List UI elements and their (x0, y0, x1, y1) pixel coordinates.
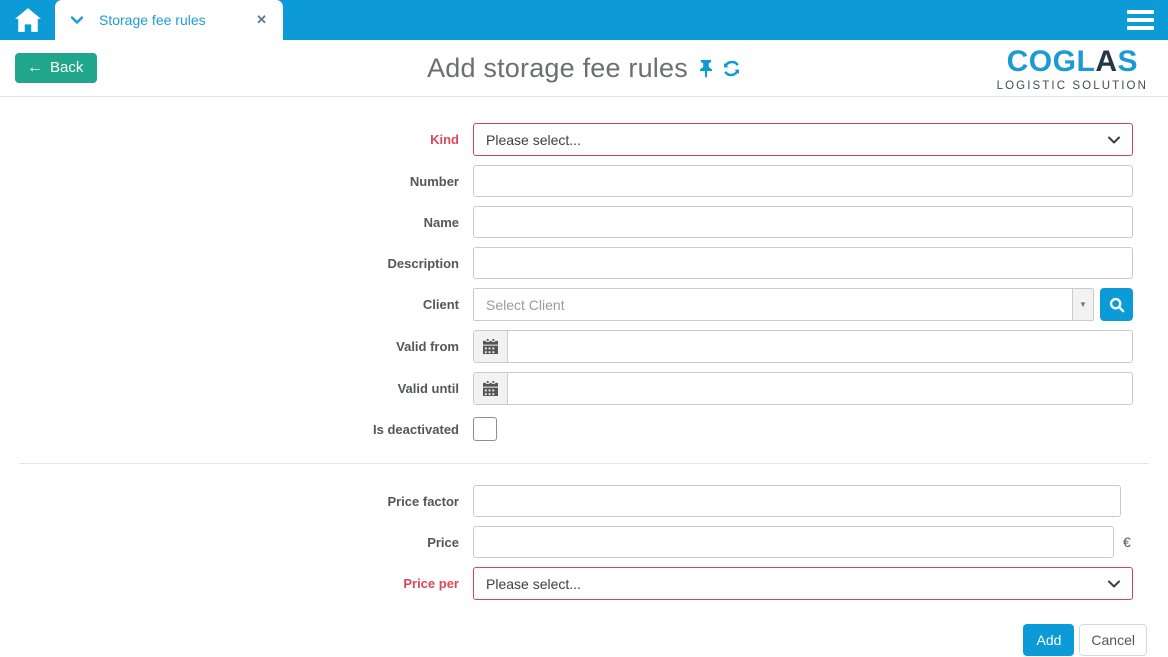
kind-select[interactable]: Please select... (473, 123, 1133, 156)
calendar-icon[interactable] (474, 331, 508, 362)
coglas-logo: COGLAS LOGISTIC SOLUTION (996, 45, 1148, 93)
back-arrow-icon: ← (27, 58, 43, 76)
pin-icon[interactable] (698, 59, 714, 78)
currency-symbol: € (1123, 534, 1131, 550)
kind-row: Kind Please select... (0, 123, 1168, 156)
price-factor-label: Price factor (387, 493, 459, 509)
back-button-label: Back (50, 59, 84, 76)
refresh-icon[interactable] (722, 59, 741, 78)
name-row: Name (0, 206, 1168, 238)
form-actions: Add Cancel (0, 624, 1168, 656)
client-dropdown-arrow[interactable]: ▼ (1072, 289, 1093, 320)
valid-from-input[interactable] (508, 331, 1132, 362)
is-deactivated-label: Is deactivated (373, 421, 459, 437)
price-per-label: Price per (403, 576, 459, 591)
client-label: Client (422, 297, 459, 312)
chevron-down-icon (1108, 580, 1120, 588)
price-row: Price € (0, 526, 1168, 558)
chevron-down-icon (1108, 136, 1120, 144)
price-input[interactable] (473, 526, 1114, 558)
client-row: Client ▼ (0, 288, 1168, 321)
valid-until-label: Valid until (397, 381, 459, 396)
section-divider (19, 463, 1149, 464)
chevron-down-icon[interactable] (71, 16, 83, 24)
calendar-icon[interactable] (474, 373, 508, 404)
valid-until-input[interactable] (508, 373, 1132, 404)
is-deactivated-checkbox[interactable] (473, 417, 497, 441)
description-row: Description (0, 247, 1168, 279)
price-factor-input[interactable] (473, 485, 1121, 517)
is-deactivated-row: Is deactivated (0, 417, 1168, 441)
client-search-button[interactable] (1100, 288, 1133, 321)
logo-tagline: LOGISTIC SOLUTION (996, 80, 1148, 92)
home-button[interactable] (0, 0, 55, 40)
price-factor-row: Price factor (0, 485, 1168, 517)
name-input[interactable] (473, 206, 1133, 238)
add-button[interactable]: Add (1023, 624, 1075, 656)
description-input[interactable] (473, 247, 1133, 279)
page-title: Add storage fee rules (427, 53, 688, 83)
price-label: Price (427, 534, 459, 550)
tab-label: Storage fee rules (99, 12, 206, 28)
price-per-select-value: Please select... (486, 575, 581, 592)
price-per-select[interactable]: Please select... (473, 567, 1133, 600)
valid-from-row: Valid from (0, 330, 1168, 363)
number-label: Number (409, 173, 459, 189)
page-header: ← Back Add storage fee rules COGLAS LOGI… (0, 40, 1168, 97)
top-bar: Storage fee rules ✕ (0, 0, 1168, 40)
description-label: Description (387, 255, 459, 271)
tab-storage-fee-rules[interactable]: Storage fee rules ✕ (55, 0, 283, 40)
back-button[interactable]: ← Back (15, 53, 98, 83)
cancel-button[interactable]: Cancel (1079, 624, 1147, 656)
storage-fee-rules-form: Kind Please select... Number Name Descri… (0, 97, 1168, 656)
home-icon (14, 8, 41, 32)
name-label: Name (423, 214, 459, 230)
close-icon[interactable]: ✕ (254, 10, 269, 30)
valid-until-row: Valid until (0, 372, 1168, 405)
number-input[interactable] (473, 165, 1133, 197)
kind-select-value: Please select... (486, 131, 581, 148)
menu-icon[interactable] (1127, 0, 1154, 40)
client-input[interactable] (474, 289, 1072, 320)
kind-label: Kind (430, 132, 459, 147)
valid-from-label: Valid from (396, 339, 459, 354)
number-row: Number (0, 165, 1168, 197)
price-per-row: Price per Please select... (0, 567, 1168, 600)
search-icon (1109, 297, 1125, 313)
